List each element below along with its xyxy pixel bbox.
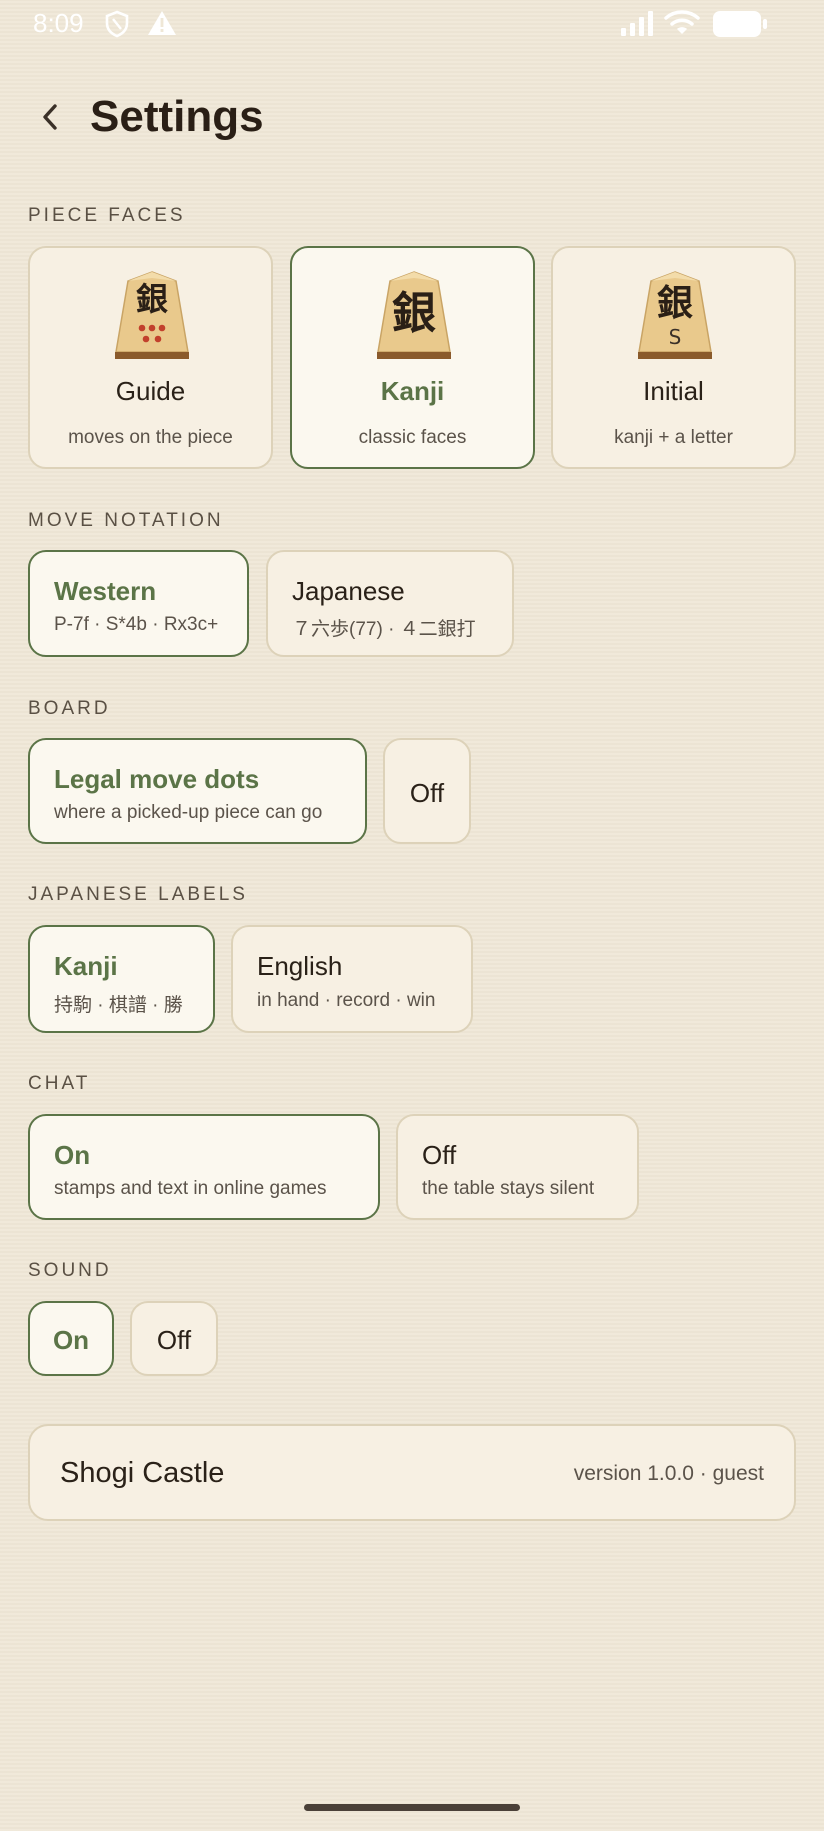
- status-bar: 8:09: [0, 0, 824, 48]
- option-title: Off: [422, 1140, 457, 1170]
- option-subtitle: the table stays silent: [422, 1178, 595, 1199]
- option-title: Japanese: [292, 576, 405, 606]
- sound-option-on[interactable]: On: [28, 1301, 114, 1376]
- option-title: Western: [54, 576, 157, 606]
- app-name: Shogi Castle: [60, 1457, 225, 1489]
- option-title: Guide: [115, 376, 186, 406]
- piece-glyph: 銀: [392, 288, 436, 339]
- chevron-left-icon: [40, 102, 60, 137]
- option-title: On: [54, 1140, 91, 1170]
- option-title: Initial: [643, 376, 704, 406]
- section-label-piece-faces: PIECE FACES: [28, 205, 186, 226]
- chat-option-off[interactable]: Off the table stays silent: [396, 1114, 639, 1220]
- shield-icon: [104, 10, 130, 43]
- option-title: Kanji: [54, 951, 118, 981]
- option-subtitle: classic faces: [358, 427, 467, 448]
- piece-face-option-guide[interactable]: 銀 Guide moves on the piece: [28, 246, 273, 469]
- section-label-japanese-labels: JAPANESE LABELS: [28, 884, 248, 905]
- option-subtitle: in hand · record · win: [257, 990, 436, 1011]
- board-option-legal-move-dots[interactable]: Legal move dots where a picked-up piece …: [28, 738, 367, 844]
- section-label-move-notation: MOVE NOTATION: [28, 510, 224, 531]
- home-indicator[interactable]: [304, 1804, 520, 1811]
- section-label-chat: CHAT: [28, 1073, 91, 1094]
- notation-option-japanese[interactable]: Japanese ７六歩(77) · ４二銀打: [266, 550, 514, 657]
- option-title: English: [257, 951, 343, 981]
- status-time: 8:09: [33, 8, 84, 38]
- warning-icon: [147, 10, 177, 41]
- guide-piece-icon: 銀: [115, 271, 189, 359]
- piece-face-option-kanji[interactable]: 銀 Kanji classic faces: [290, 246, 535, 469]
- board-option-off[interactable]: Off: [383, 738, 471, 844]
- option-title: Kanji: [380, 376, 445, 406]
- chat-option-on[interactable]: On stamps and text in online games: [28, 1114, 380, 1220]
- option-subtitle: kanji + a letter: [614, 427, 733, 448]
- piece-glyph: 銀: [657, 283, 693, 324]
- kanji-piece-icon: 銀: [377, 271, 451, 359]
- option-subtitle: 持駒 · 棋譜 · 勝: [54, 995, 183, 1016]
- labels-option-kanji[interactable]: Kanji 持駒 · 棋譜 · 勝: [28, 925, 215, 1033]
- initial-piece-icon: 銀 S: [638, 271, 712, 359]
- back-button[interactable]: [32, 98, 68, 140]
- notation-option-western[interactable]: Western P-7f · S*4b · Rx3c+: [28, 550, 249, 657]
- option-title: On: [52, 1325, 90, 1355]
- option-subtitle: where a picked-up piece can go: [54, 802, 323, 823]
- option-title: Off: [156, 1325, 192, 1355]
- labels-option-english[interactable]: English in hand · record · win: [231, 925, 473, 1033]
- option-subtitle: ７六歩(77) · ４二銀打: [292, 619, 476, 640]
- option-title: Off: [409, 778, 445, 808]
- section-label-sound: SOUND: [28, 1260, 112, 1281]
- option-subtitle: stamps and text in online games: [54, 1178, 327, 1199]
- option-title: Legal move dots: [54, 764, 260, 794]
- battery-icon: [712, 10, 768, 43]
- wifi-icon: [664, 9, 700, 42]
- sound-option-off[interactable]: Off: [130, 1301, 218, 1376]
- signal-icon: [620, 10, 656, 41]
- page-title: Settings: [90, 92, 264, 141]
- app-version: version 1.0.0 · guest: [573, 1462, 764, 1485]
- option-subtitle: moves on the piece: [68, 427, 233, 448]
- app-info-card: Shogi Castle version 1.0.0 · guest: [28, 1424, 796, 1521]
- section-label-board: BOARD: [28, 698, 111, 719]
- option-subtitle: P-7f · S*4b · Rx3c+: [54, 614, 219, 635]
- piece-face-option-initial[interactable]: 銀 S Initial kanji + a letter: [551, 246, 796, 469]
- piece-letter: S: [669, 325, 682, 349]
- piece-glyph: 銀: [136, 280, 168, 318]
